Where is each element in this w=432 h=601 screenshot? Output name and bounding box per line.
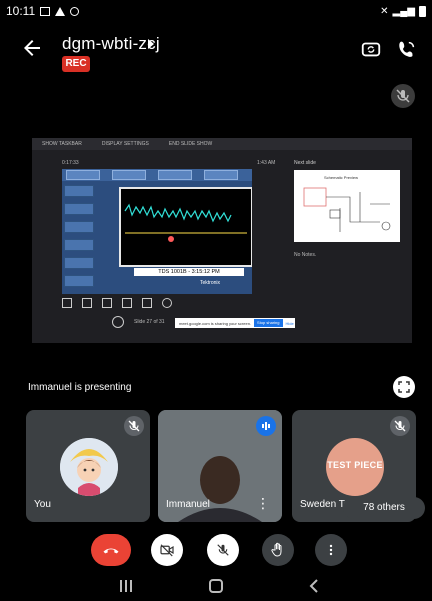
slide-tab xyxy=(66,170,100,180)
avatar xyxy=(60,438,118,496)
slide-side-button xyxy=(64,221,94,233)
brand-label: Tektronix xyxy=(200,280,221,286)
status-time: 10:11 xyxy=(6,4,36,18)
avatar-logo-text: TEST PIECE xyxy=(327,460,383,470)
toolbar-item[interactable]: SHOW TASKBAR xyxy=(42,141,82,147)
presentation-view[interactable]: SHOW TASKBAR DISPLAY SETTINGS END SLIDE … xyxy=(20,78,423,404)
participant-tile-immanuel[interactable]: Immanuel ⋮ xyxy=(158,410,282,522)
raise-hand-button[interactable] xyxy=(262,534,294,566)
participant-name: You xyxy=(34,499,51,510)
mute-status-icon: ✕ xyxy=(380,5,389,17)
next-slide-title: Schematic Preview xyxy=(324,175,359,180)
gallery-icon xyxy=(40,6,51,16)
switch-camera-icon[interactable] xyxy=(360,38,382,60)
participant-tile-you[interactable]: You xyxy=(26,410,150,522)
slide-side-button xyxy=(64,257,94,269)
fullscreen-icon[interactable] xyxy=(393,376,415,398)
prev-slide-icon[interactable] xyxy=(112,316,124,328)
more-options-icon[interactable]: ⋮ xyxy=(256,495,270,512)
slide-side-button xyxy=(64,185,94,197)
speaker-notes: No Notes. xyxy=(294,252,317,258)
grid-tool-icon[interactable] xyxy=(82,298,92,308)
more-options-button[interactable] xyxy=(315,534,347,566)
status-bar: 10:11 ✕ ▂▄▆ xyxy=(0,0,432,22)
pen-tool-icon[interactable] xyxy=(62,298,72,308)
hide-button[interactable]: Hide xyxy=(286,321,294,326)
slideshow-tools xyxy=(62,298,252,310)
back-arrow-icon[interactable] xyxy=(20,36,44,60)
caret-right-icon[interactable] xyxy=(146,37,156,51)
home-icon[interactable] xyxy=(209,579,223,593)
participant-name: Immanuel xyxy=(166,499,210,510)
camera-off-icon xyxy=(160,544,174,557)
slide-topbar xyxy=(62,169,252,181)
current-slide: TDS 1001B - 3:15:12 PM Tektronix xyxy=(62,169,252,294)
toolbar-item[interactable]: END SLIDE SHOW xyxy=(169,141,212,147)
zoom-tool-icon[interactable] xyxy=(102,298,112,308)
system-nav-bar xyxy=(0,571,432,601)
more-tool-icon[interactable] xyxy=(162,298,172,308)
presenter-label: Immanuel is presenting xyxy=(28,382,132,393)
slide-tab xyxy=(112,170,146,180)
next-slide-preview: Schematic Preview xyxy=(294,170,400,242)
audio-output-icon[interactable] xyxy=(396,38,418,60)
screen-share-bar: meet.google.com is sharing your screen. … xyxy=(175,318,295,328)
hand-icon xyxy=(271,542,282,557)
slide-side-button xyxy=(64,203,94,215)
mic-off-icon xyxy=(124,416,144,436)
mic-off-icon xyxy=(217,544,229,556)
shared-screen: SHOW TASKBAR DISPLAY SETTINGS END SLIDE … xyxy=(32,138,412,343)
slide-side-button xyxy=(64,239,94,251)
mic-off-icon xyxy=(390,416,410,436)
slide-side-button xyxy=(64,275,94,287)
end-call-button[interactable] xyxy=(91,534,131,566)
pointer-tool-icon[interactable] xyxy=(122,298,132,308)
signal-icon: ▂▄▆ xyxy=(392,5,415,17)
stop-sharing-button[interactable]: Stop sharing xyxy=(254,319,283,327)
slide-tab xyxy=(204,170,238,180)
participant-name: Sweden Te xyxy=(300,499,350,510)
call-controls xyxy=(0,527,432,571)
toolbar-item[interactable]: DISPLAY SETTINGS xyxy=(102,141,149,147)
elapsed-time: 0:17:33 xyxy=(62,160,79,166)
slideshow-toolbar: SHOW TASKBAR DISPLAY SETTINGS END SLIDE … xyxy=(32,138,412,150)
scope-caption: TDS 1001B - 3:15:12 PM xyxy=(134,268,244,276)
speaking-indicator-icon xyxy=(256,416,276,436)
recents-icon[interactable] xyxy=(120,580,134,592)
next-slide-label: Next slide xyxy=(294,160,316,166)
recording-badge: REC xyxy=(62,56,90,72)
mic-toggle-button[interactable] xyxy=(207,534,239,566)
mic-off-icon xyxy=(391,84,415,108)
sync-icon xyxy=(70,6,80,16)
hang-up-icon xyxy=(103,548,119,554)
battery-icon xyxy=(419,5,426,17)
avatar: TEST PIECE xyxy=(326,438,384,496)
meeting-header: dgm-wbti-zcj REC xyxy=(0,22,432,78)
more-vert-icon xyxy=(329,544,333,556)
slide-tab xyxy=(158,170,192,180)
share-text: meet.google.com is sharing your screen. xyxy=(179,320,252,326)
slide-counter: Slide 27 of 31 xyxy=(134,319,165,325)
screen-tool-icon[interactable] xyxy=(142,298,152,308)
others-count[interactable]: 78 others xyxy=(343,497,425,519)
nav-back-icon[interactable] xyxy=(307,578,321,594)
alert-icon xyxy=(55,6,66,16)
schematic-drawing xyxy=(303,187,391,232)
oscilloscope-display xyxy=(119,187,252,267)
camera-toggle-button[interactable] xyxy=(151,534,183,566)
presenter-clock: 1:43 AM xyxy=(257,160,276,166)
